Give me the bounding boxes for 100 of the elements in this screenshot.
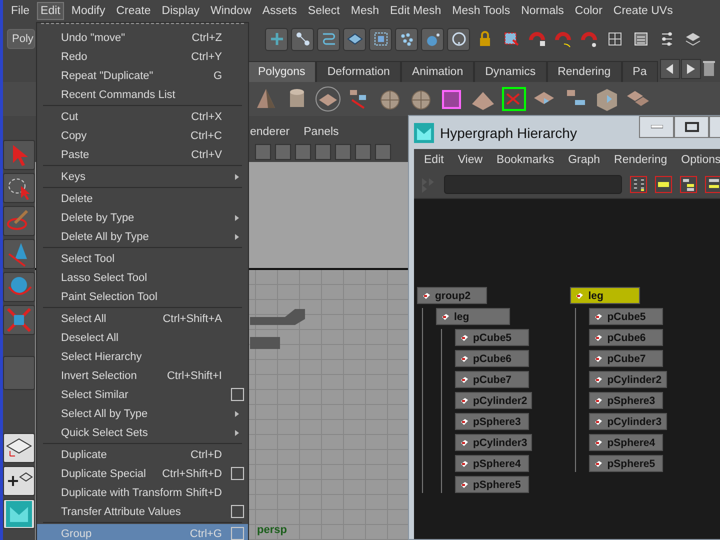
menu-item[interactable]: Delete All by Type (37, 227, 248, 246)
option-box[interactable] (230, 505, 244, 518)
graph-node[interactable]: pCube5 (455, 329, 529, 346)
scroll-left-button[interactable] (660, 59, 680, 79)
menu-item[interactable]: Paint Selection Tool (37, 287, 248, 306)
menu-item[interactable]: Edit (36, 2, 64, 20)
option-box[interactable] (230, 388, 244, 401)
menu-item[interactable]: Edit Mesh (386, 2, 446, 20)
graph-node[interactable]: pCube5 (589, 308, 664, 325)
menu-item[interactable]: Select All by Type (37, 404, 248, 423)
menu-item[interactable]: Normals (517, 2, 568, 20)
menu-item[interactable]: Invert Selection Ctrl+Shift+I (37, 366, 248, 385)
tool-button[interactable] (3, 499, 35, 529)
search-field[interactable] (444, 175, 622, 194)
graph-node[interactable]: pSphere3 (589, 392, 664, 409)
scroll-right-button[interactable] (680, 59, 701, 79)
menu-item[interactable]: Mesh (346, 2, 383, 20)
graph-node[interactable]: pCylinder3 (455, 434, 532, 451)
trash-icon[interactable] (702, 59, 716, 77)
toolbar-button[interactable] (395, 28, 418, 50)
maximize-button[interactable] (674, 116, 709, 138)
panel-button[interactable] (335, 144, 351, 160)
menu-item[interactable]: Duplicate Special Ctrl+Shift+D (37, 464, 248, 483)
menu-item[interactable]: Select Tool (37, 249, 248, 268)
minimize-button[interactable] (639, 116, 674, 138)
toolbar-button[interactable] (343, 28, 366, 50)
menu-item[interactable]: Paste Ctrl+V (37, 145, 248, 164)
menu-item[interactable]: Select Similar (37, 385, 248, 404)
menu-item[interactable]: Create (112, 2, 155, 20)
graph-node[interactable]: group2 (417, 287, 487, 304)
toolbar-button[interactable] (421, 28, 444, 50)
shelf-button[interactable] (315, 86, 341, 112)
toolbar-button[interactable] (447, 28, 470, 50)
view-mode-button[interactable] (655, 176, 672, 193)
menu-item[interactable]: Window (206, 2, 256, 20)
menu-item[interactable]: Modify (67, 2, 110, 20)
graph-node[interactable]: pSphere4 (589, 434, 664, 451)
graph-node[interactable]: pCube7 (589, 350, 664, 367)
graph-node[interactable]: pCube6 (589, 329, 664, 346)
menu-item[interactable]: Repeat "Duplicate" G (37, 66, 248, 85)
shelf-tab[interactable]: Deformation (316, 61, 401, 82)
menu-item[interactable]: Cut Ctrl+X (37, 107, 248, 126)
menu-item[interactable]: Edit (424, 154, 444, 166)
menu-item[interactable]: Options (681, 154, 720, 166)
view-mode-button[interactable] (630, 176, 647, 193)
tool-button[interactable] (3, 433, 35, 463)
view-mode-button[interactable] (705, 176, 720, 193)
menu-item[interactable]: Delete (37, 189, 248, 208)
panel-menu-item[interactable]: Panels (304, 126, 339, 138)
menu-item[interactable]: Recent Commands List (37, 85, 248, 104)
tool-button[interactable] (3, 173, 35, 203)
menu-item[interactable]: Select Hierarchy (37, 347, 248, 366)
menu-item[interactable]: Copy Ctrl+C (37, 126, 248, 145)
menu-item[interactable]: Duplicate with Transform Shift+D (37, 483, 248, 502)
toolbar-button[interactable] (369, 28, 392, 50)
menu-item[interactable]: Quick Select Sets (37, 423, 248, 442)
menu-item[interactable]: Delete by Type (37, 208, 248, 227)
graph-node[interactable]: leg (436, 308, 510, 325)
menu-item[interactable]: Keys (37, 167, 248, 186)
shelf-tab[interactable]: Rendering (546, 61, 622, 82)
menu-item[interactable]: Select (304, 2, 344, 20)
menu-item[interactable]: Redo Ctrl+Y (37, 47, 248, 66)
graph-node[interactable]: pSphere5 (455, 476, 529, 493)
menu-item[interactable]: Lasso Select Tool (37, 268, 248, 287)
menu-item[interactable]: Transfer Attribute Values (37, 502, 248, 521)
menu-item[interactable]: Rendering (614, 154, 668, 166)
toolbar-button[interactable] (291, 28, 314, 50)
shelf-tab[interactable]: Polygons (247, 61, 316, 82)
graph-node[interactable]: pCylinder3 (589, 413, 667, 430)
shelf-tab[interactable]: Pa (622, 61, 658, 82)
menu-item[interactable]: View (458, 154, 483, 166)
graph-node[interactable]: pCube7 (455, 371, 529, 388)
menu-item[interactable]: Display (158, 2, 204, 20)
panel-button[interactable] (375, 144, 391, 160)
graph-node[interactable]: pCube6 (455, 350, 529, 367)
menu-item[interactable]: Duplicate Ctrl+D (37, 445, 248, 464)
graph-node[interactable]: pCylinder2 (589, 371, 667, 388)
shelf-button[interactable] (594, 86, 620, 112)
graph-node[interactable]: pCylinder2 (455, 392, 532, 409)
panel-button[interactable] (255, 144, 271, 160)
graph-node[interactable]: pSphere3 (455, 413, 529, 430)
menu-item[interactable]: Assets (258, 2, 301, 20)
view-mode-button[interactable] (680, 176, 697, 193)
menu-item[interactable]: Mesh Tools (448, 2, 514, 20)
tear-off-line[interactable] (41, 23, 244, 24)
panel-button[interactable] (355, 144, 371, 160)
panel-menu-item[interactable]: enderer (250, 126, 290, 138)
menu-item[interactable]: File (7, 2, 34, 20)
shelf-tab[interactable]: Dynamics (474, 61, 547, 82)
menu-item[interactable]: Undo "move" Ctrl+Z (37, 28, 248, 47)
mode-dropdown[interactable]: Poly (7, 29, 35, 49)
graph-node[interactable]: pSphere4 (455, 455, 529, 472)
menu-item[interactable]: Graph (568, 154, 600, 166)
tool-button[interactable] (3, 466, 35, 496)
menu-item[interactable]: Color (570, 2, 606, 20)
menu-item[interactable]: Select All Ctrl+Shift+A (37, 309, 248, 328)
graph-node[interactable]: pSphere5 (589, 455, 664, 472)
shelf-tab[interactable]: Animation (400, 61, 474, 82)
graph-node[interactable]: leg (570, 287, 640, 304)
toolbar-button[interactable] (317, 28, 340, 50)
